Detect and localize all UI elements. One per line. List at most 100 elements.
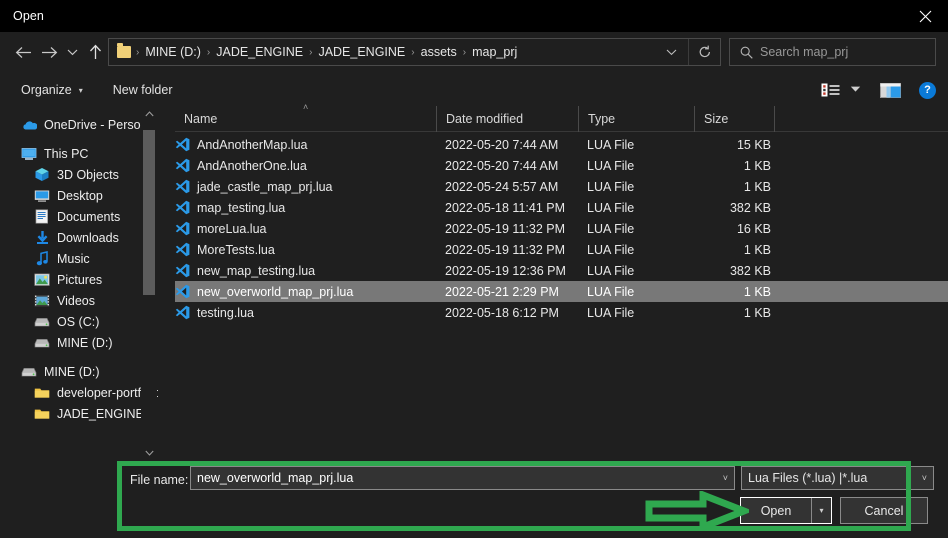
sidebar-item-label: Documents (57, 209, 121, 224)
file-name-text: testing.lua (197, 305, 254, 320)
file-name-cell: testing.lua (175, 305, 436, 320)
up-button[interactable] (82, 37, 108, 67)
scrollbar-thumb[interactable] (143, 130, 155, 295)
cancel-button[interactable]: Cancel (840, 497, 928, 524)
sidebar-item-os-c[interactable]: OS (C:) (0, 311, 158, 332)
sidebar-item-onedrive-personal[interactable]: OneDrive - Personal (0, 114, 158, 135)
sidebar-item-developer-portfolio[interactable]: developer-portfolio (0, 382, 158, 403)
refresh-icon[interactable] (688, 39, 720, 65)
sidebar-item-downloads[interactable]: Downloads (0, 227, 158, 248)
preview-pane-icon[interactable] (871, 82, 910, 98)
sidebar-item-label: MINE (D:) (44, 364, 100, 379)
chevron-down-icon: ▾ (78, 85, 83, 95)
help-button[interactable]: ? (919, 81, 936, 99)
file-name-text: new_map_testing.lua (197, 263, 316, 278)
file-name-value: new_overworld_map_prj.lua (197, 471, 354, 485)
sidebar-item-label: Videos (57, 293, 95, 308)
chevron-down-icon[interactable] (658, 39, 684, 65)
breadcrumb-item-1[interactable]: JADE_ENGINE (213, 45, 306, 59)
file-date-cell: 2022-05-21 2:29 PM (445, 284, 559, 299)
open-button-label: Open (760, 503, 792, 518)
breadcrumb-item-4[interactable]: map_prj (469, 45, 520, 59)
close-icon[interactable] (902, 0, 948, 32)
sidebar-item-label: Downloads (57, 230, 119, 245)
downloads-icon (34, 230, 50, 246)
navigation-sidebar[interactable]: OneDrive - Personal This PC 3D Objects Desk… (0, 106, 158, 461)
file-name-cell: new_map_testing.lua (175, 263, 436, 278)
music-icon (34, 251, 50, 267)
videos-icon (34, 293, 50, 309)
file-size-cell: 15 KB (736, 137, 771, 152)
sidebar-item-music[interactable]: Music (0, 248, 158, 269)
file-type-cell: LUA File (587, 263, 635, 278)
pictures-icon (34, 272, 50, 288)
file-row[interactable]: testing.lua 2022-05-18 6:12 PM LUA File 1 K… (175, 302, 948, 323)
open-button[interactable]: Open ▾ (740, 497, 832, 524)
column-header-size[interactable]: Size (694, 105, 775, 132)
view-options-chevron-down-icon[interactable] (844, 85, 871, 95)
file-date-cell: 2022-05-20 7:44 AM (445, 158, 559, 173)
column-label: Name (184, 111, 218, 126)
file-size-cell: 382 KB (729, 200, 771, 215)
file-row-selected[interactable]: new_overworld_map_prj.lua 2022-05-21 2:29… (175, 281, 948, 302)
sidebar-item-pictures[interactable]: Pictures (0, 269, 158, 290)
file-size-cell: 1 KB (743, 284, 771, 299)
breadcrumb-item-0[interactable]: MINE (D:) (142, 45, 204, 59)
file-size-cell: 1 KB (743, 242, 771, 257)
search-input[interactable]: Search map_prj (729, 38, 936, 66)
file-type-value: Lua Files (*.lua) |*.lua (748, 471, 868, 485)
folder-icon (34, 406, 50, 422)
sidebar-item-label: JADE_ENGINE (57, 406, 144, 421)
sidebar-item-jade-engine[interactable]: JADE_ENGINE (0, 403, 158, 424)
chevron-down-icon[interactable]: ˅ (922, 467, 927, 489)
file-name-text: map_testing.lua (197, 200, 286, 215)
file-row[interactable]: map_testing.lua 2022-05-18 11:41 PM LUA Fi… (175, 197, 948, 218)
sidebar-item-videos[interactable]: Videos (0, 290, 158, 311)
column-header-name[interactable]: Name ˄ (175, 102, 436, 132)
breadcrumb[interactable]: › MINE (D:) › JADE_ENGINE › JADE_ENGINE … (108, 38, 721, 66)
file-name-text: jade_castle_map_prj.lua (197, 179, 333, 194)
sidebar-item-label: This PC (44, 146, 89, 161)
organize-button[interactable]: Organize ▾ (13, 79, 91, 101)
column-header-date-modified[interactable]: Date modified (436, 105, 578, 132)
sidebar-item-3d-objects[interactable]: 3D Objects (0, 164, 158, 185)
view-options-icon[interactable] (817, 83, 844, 97)
back-button[interactable] (10, 37, 36, 67)
file-type-cell: LUA File (587, 137, 635, 152)
forward-button[interactable] (36, 37, 62, 67)
sidebar-item-documents[interactable]: Documents (0, 206, 158, 227)
vscode-file-icon (175, 284, 190, 299)
file-row[interactable]: AndAnotherOne.lua 2022-05-20 7:44 AM LUA F… (175, 155, 948, 176)
sidebar-scrollbar[interactable] (141, 106, 157, 461)
file-row[interactable]: new_map_testing.lua 2022-05-19 12:36 PM LU… (175, 260, 948, 281)
scroll-up-icon[interactable] (141, 106, 157, 122)
file-row[interactable]: jade_castle_map_prj.lua 2022-05-24 5:57 A… (175, 176, 948, 197)
column-header-type[interactable]: Type (578, 105, 694, 132)
file-row[interactable]: MoreTests.lua 2022-05-19 11:32 PM LUA File… (175, 239, 948, 260)
new-folder-button[interactable]: New folder (105, 79, 181, 101)
file-name-text: AndAnotherMap.lua (197, 137, 308, 152)
file-type-cell: LUA File (587, 284, 635, 299)
chevron-down-icon[interactable]: ˅ (723, 467, 728, 489)
file-list-pane: Name ˄ Date modified Type Size AndAnothe… (162, 102, 948, 461)
recent-locations-button[interactable] (62, 37, 82, 67)
breadcrumb-item-2[interactable]: JADE_ENGINE (315, 45, 408, 59)
file-rows: AndAnotherMap.lua 2022-05-20 7:44 AM LUA F… (175, 134, 948, 323)
column-header-row: Name ˄ Date modified Type Size (175, 102, 948, 132)
file-size-cell: 1 KB (743, 305, 771, 320)
file-date-cell: 2022-05-18 6:12 PM (445, 305, 559, 320)
new-folder-label: New folder (112, 83, 173, 97)
file-row[interactable]: AndAnotherMap.lua 2022-05-20 7:44 AM LUA F… (175, 134, 948, 155)
open-split-chevron-down-icon[interactable]: ▾ (811, 498, 831, 523)
file-name-input[interactable]: new_overworld_map_prj.lua ˅ (190, 466, 735, 490)
cancel-button-label: Cancel (864, 503, 904, 518)
file-type-select[interactable]: Lua Files (*.lua) |*.lua ˅ (741, 466, 934, 490)
scroll-down-icon[interactable] (141, 445, 157, 461)
sidebar-item-mine-d[interactable]: MINE (D:) (0, 332, 158, 353)
sidebar-item-mine-d[interactable]: MINE (D:) (0, 361, 158, 382)
sidebar-item-this-pc[interactable]: This PC (0, 143, 158, 164)
breadcrumb-item-3[interactable]: assets (418, 45, 460, 59)
sidebar-item-desktop[interactable]: Desktop (0, 185, 158, 206)
file-row[interactable]: moreLua.lua 2022-05-19 11:32 PM LUA File 16… (175, 218, 948, 239)
sidebar-item-label: 3D Objects (57, 167, 119, 182)
